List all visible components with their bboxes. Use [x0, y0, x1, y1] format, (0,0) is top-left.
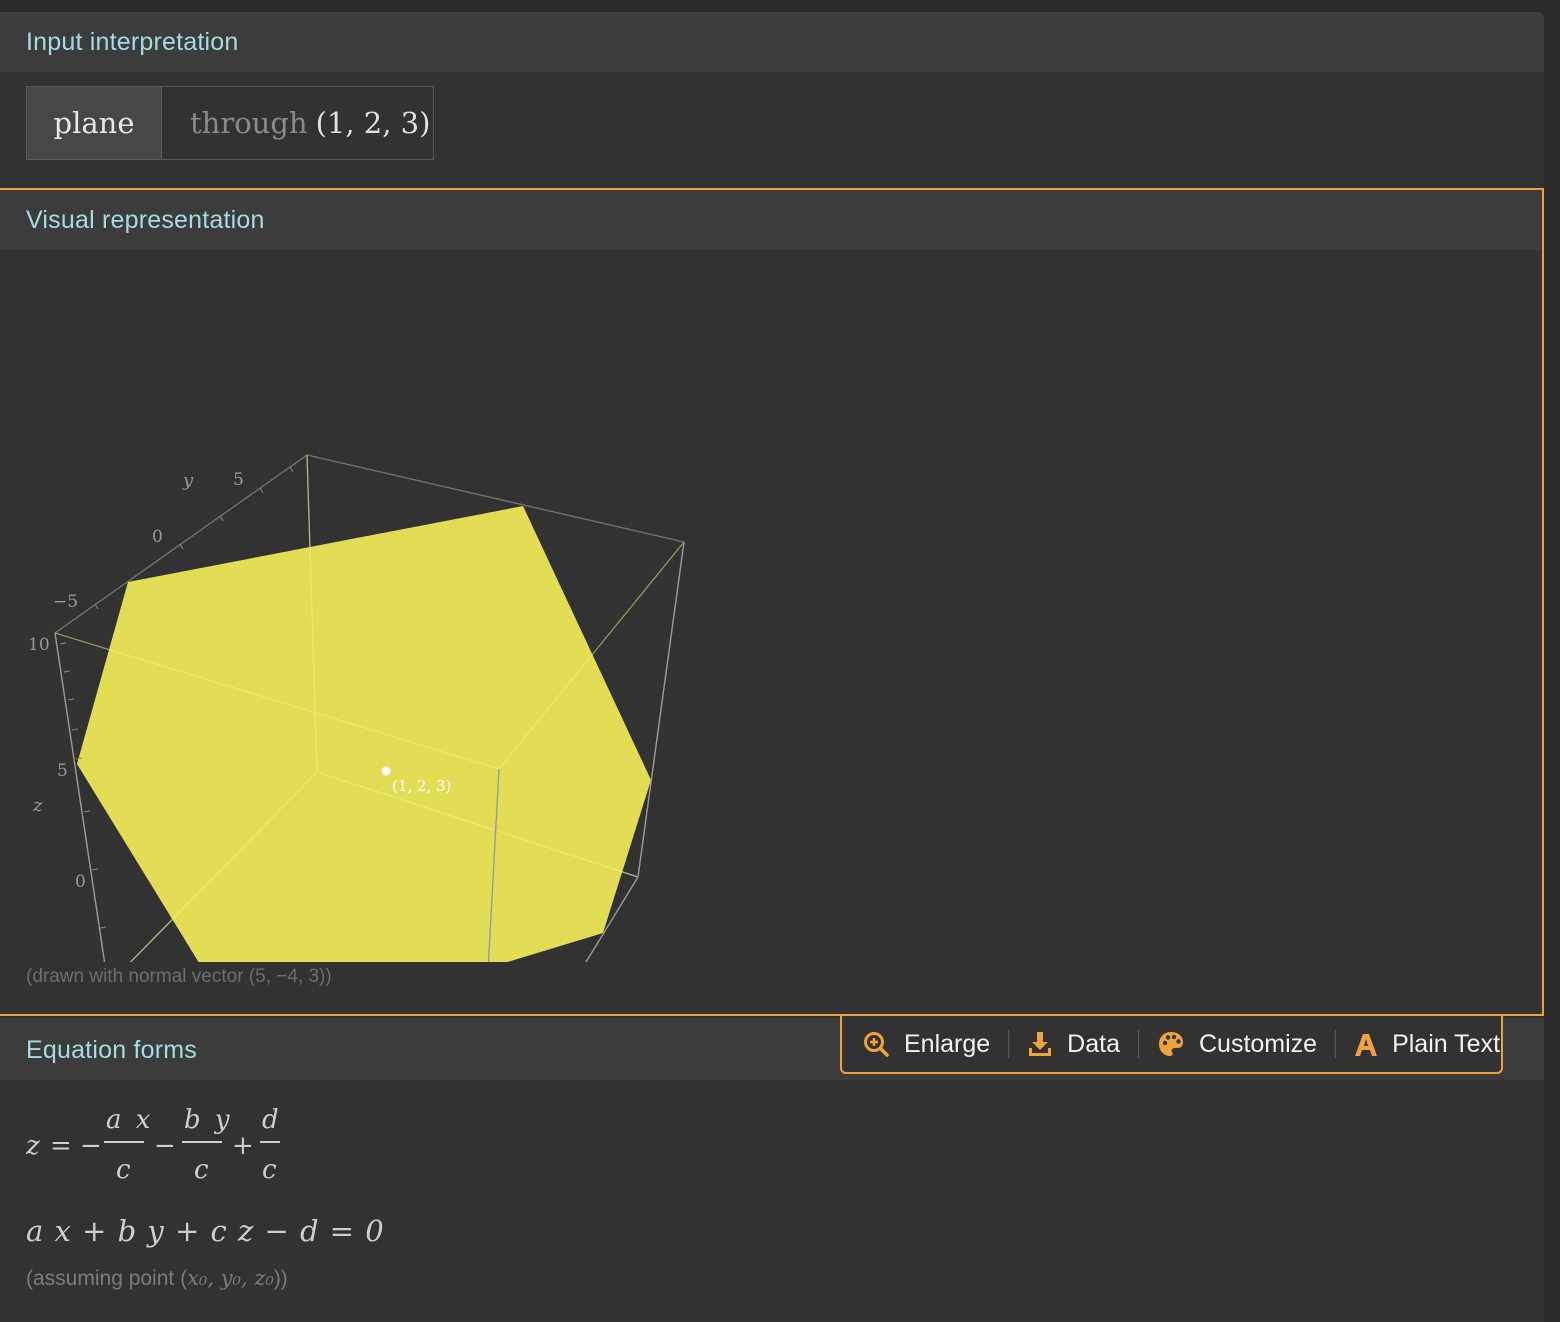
y-axis-label: y	[182, 470, 194, 491]
interpretation-point: (1, 2, 3)	[315, 106, 431, 140]
z-tick-label: 0	[75, 872, 86, 892]
data-label: Data	[1067, 1029, 1120, 1058]
z-axis-label: z	[32, 795, 43, 816]
assumption-prefix: (assuming point (	[26, 1267, 188, 1290]
data-button[interactable]: Data	[1027, 1030, 1120, 1058]
customize-button[interactable]: Customize	[1157, 1030, 1317, 1058]
assumption-suffix: ))	[273, 1267, 288, 1290]
input-interpretation-pod: Input interpretation plane through (1, 2…	[0, 12, 1544, 188]
z-tick-label: 10	[28, 635, 50, 655]
eq-denominator: c	[262, 1155, 277, 1185]
pod-title: Visual representation	[26, 206, 265, 234]
pod-header: Visual representation	[0, 190, 1542, 250]
point-label: (1, 2, 3)	[392, 777, 451, 795]
customize-label: Customize	[1198, 1029, 1318, 1058]
toolbar-divider	[1335, 1030, 1337, 1058]
toolbar-divider	[1008, 1030, 1010, 1058]
interpretation-box: plane through (1, 2, 3)	[26, 86, 434, 160]
pod-title: Input interpretation	[26, 28, 239, 56]
equation-forms-pod: Equation forms Enlarge Data Customize Pl…	[0, 1016, 1544, 1322]
visual-representation-pod[interactable]: Visual representation 10 5 0 −5 0 5 z y …	[0, 188, 1544, 1016]
plain-text-button[interactable]: Plain Text	[1354, 1030, 1500, 1058]
pod-toolbar: Enlarge Data Customize Plain Text	[840, 1016, 1503, 1074]
pod-header: Input interpretation	[0, 12, 1544, 72]
equation-general-form: a x + b y + c z − d = 0	[26, 1214, 385, 1248]
plane-surface	[77, 506, 651, 962]
eq-numerator: a x	[106, 1105, 153, 1135]
interpretation-qualifier: through (1, 2, 3)	[162, 87, 433, 159]
eq-plus: +	[232, 1131, 254, 1161]
plot-caption: (drawn with normal vector (5, −4, 3))	[26, 966, 332, 987]
text-a-icon	[1355, 1034, 1378, 1056]
y-tick-label: −5	[53, 592, 78, 612]
eq-lhs: z	[26, 1131, 40, 1161]
interpretation-entity[interactable]: plane	[27, 87, 162, 159]
pod-title: Equation forms	[26, 1036, 197, 1064]
zoom-in-icon	[864, 1032, 889, 1057]
eq-denominator: c	[116, 1155, 131, 1185]
eq-numerator: b y	[184, 1105, 233, 1135]
z-tick-label: 5	[57, 761, 68, 781]
assumption-vars: x₀, y₀, z₀	[187, 1266, 274, 1290]
wolfram-results-page: Input interpretation plane through (1, 2…	[0, 0, 1560, 1322]
plane-3d-plot[interactable]: 10 5 0 −5 0 5 −5 0 5 z x y (1, 2, 3)	[0, 252, 720, 962]
enlarge-button[interactable]: Enlarge	[862, 1030, 990, 1058]
equation-slope-form: z = − a x c − b y c + d c	[26, 1105, 280, 1185]
toolbar-divider	[1137, 1030, 1139, 1058]
eq-equals: =	[50, 1131, 72, 1161]
eq-minus: −	[80, 1131, 102, 1161]
eq-numerator: d	[262, 1105, 279, 1135]
interpretation-connector: through	[190, 106, 308, 140]
download-icon	[1029, 1032, 1052, 1056]
enlarge-label: Enlarge	[904, 1029, 991, 1058]
plain-text-label: Plain Text	[1392, 1029, 1501, 1058]
assumption-note: (assuming point (x₀, y₀, z₀))	[26, 1266, 288, 1291]
y-tick-label: 5	[233, 470, 244, 490]
palette-icon	[1158, 1032, 1183, 1056]
y-tick-label: 0	[152, 527, 163, 547]
eq-denominator: c	[194, 1155, 209, 1185]
point-marker	[381, 766, 391, 776]
eq-minus: −	[154, 1131, 176, 1161]
